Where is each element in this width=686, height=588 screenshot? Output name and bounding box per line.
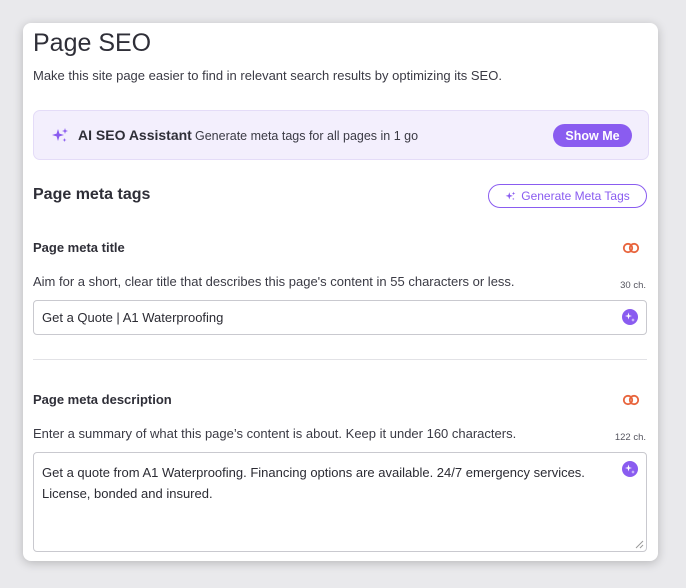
ai-assistant-title: AI SEO Assistant xyxy=(78,127,192,143)
sparkles-icon xyxy=(52,128,68,142)
section-title-page-meta-tags: Page meta tags xyxy=(33,186,151,203)
meta-description-char-count: 122 ch. xyxy=(614,432,646,443)
ai-sparkle-icon[interactable] xyxy=(622,461,638,477)
meta-title-value: Get a Quote | A1 Waterproofing xyxy=(42,310,224,325)
divider xyxy=(33,359,647,360)
show-me-button[interactable]: Show Me xyxy=(553,124,632,147)
link-icon[interactable] xyxy=(622,241,640,255)
sparkles-icon xyxy=(505,191,516,200)
ai-assistant-description: Generate meta tags for all pages in 1 go xyxy=(195,129,419,143)
ai-sparkle-icon[interactable] xyxy=(622,309,638,325)
meta-title-char-count: 30 ch. xyxy=(620,280,646,291)
page-seo-panel: Page SEO Make this site page easier to f… xyxy=(23,23,658,561)
meta-description-value: Get a quote from A1 Waterproofing. Finan… xyxy=(42,465,585,501)
meta-description-textarea[interactable]: Get a quote from A1 Waterproofing. Finan… xyxy=(33,452,647,552)
meta-title-helper: Aim for a short, clear title that descri… xyxy=(33,274,515,289)
meta-description-helper: Enter a summary of what this page’s cont… xyxy=(33,426,517,441)
meta-title-input[interactable]: Get a Quote | A1 Waterproofing xyxy=(33,300,647,335)
resize-grip-icon[interactable] xyxy=(635,540,644,549)
link-icon[interactable] xyxy=(622,393,640,407)
page-subtitle: Make this site page easier to find in re… xyxy=(33,68,502,83)
meta-title-label: Page meta title xyxy=(33,240,125,255)
generate-meta-tags-label: Generate Meta Tags xyxy=(521,189,630,203)
ai-seo-assistant-banner: AI SEO Assistant Generate meta tags for … xyxy=(33,110,649,160)
meta-description-label: Page meta description xyxy=(33,392,172,407)
page-title: Page SEO xyxy=(33,29,152,57)
generate-meta-tags-button[interactable]: Generate Meta Tags xyxy=(488,184,647,208)
